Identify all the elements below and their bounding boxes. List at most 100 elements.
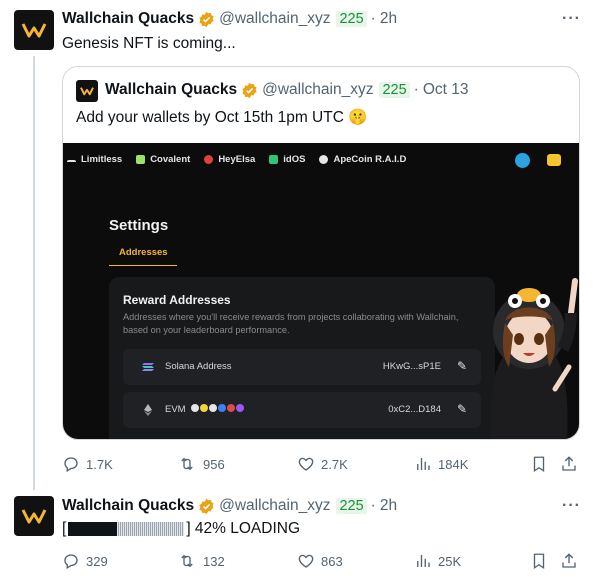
quoted-avatar: [76, 80, 98, 102]
like-button[interactable]: 863: [297, 552, 343, 570]
repost-icon: [181, 457, 193, 471]
repost-icon: [181, 554, 193, 568]
views-chart-icon: [417, 458, 430, 470]
tab-underline: [109, 265, 177, 266]
quoted-header: Wallchain Quacks @wallchain_xyz 225 · Oc…: [105, 81, 469, 99]
repost-button[interactable]: 956: [177, 455, 225, 473]
tweet-actions: 329 132 863 25K: [62, 552, 582, 572]
author-name[interactable]: Wallchain Quacks: [62, 10, 194, 28]
row-label: Solana Address: [165, 361, 232, 372]
bookmark-icon[interactable]: [530, 455, 548, 473]
partner-label: ApeCoin R.A.I.D: [333, 154, 407, 165]
panel-description: Addresses where you'll receive rewards f…: [123, 312, 459, 335]
idos-icon: [269, 155, 279, 164]
reply-icon: [64, 457, 78, 472]
avatar[interactable]: [14, 496, 54, 536]
bookmark-icon[interactable]: [530, 552, 548, 570]
timestamp[interactable]: 2h: [380, 497, 397, 515]
wallet-icon: [547, 154, 561, 166]
reply-button[interactable]: 329: [62, 552, 108, 570]
loading-text: ] 42% LOADING: [186, 520, 301, 537]
views-chart-icon: [417, 555, 430, 567]
view-count: 184K: [438, 456, 469, 472]
partner-heyelsa: HeyElsa: [204, 154, 255, 165]
verified-badge-icon: [199, 11, 214, 27]
reply-icon: [64, 554, 78, 569]
score-badge: 225: [379, 82, 410, 98]
partner-limitless: Limitless: [67, 154, 122, 165]
heart-icon: [298, 554, 314, 568]
media-image[interactable]: Limitless Covalent HeyElsa idOS ApeCoin …: [63, 143, 579, 439]
quoted-tweet[interactable]: Wallchain Quacks @wallchain_xyz 225 · Oc…: [62, 66, 580, 440]
partner-label: Covalent: [150, 154, 191, 165]
timestamp[interactable]: 2h: [380, 10, 397, 28]
thread-line: [33, 56, 35, 490]
quoted-text: Add your wallets by Oct 15th 1pm UTC 🤫: [76, 109, 368, 126]
reply-button[interactable]: 1.7K: [62, 455, 113, 473]
share-icon[interactable]: [560, 455, 578, 473]
partner-apecoin: ApeCoin R.A.I.D: [319, 154, 406, 165]
tweet-header: Wallchain Quacks @wallchain_xyz 225 · 2h: [62, 497, 397, 515]
like-count: 2.7K: [321, 456, 348, 472]
partner-label: HeyElsa: [218, 154, 256, 165]
partner-label: Limitless: [81, 154, 123, 165]
quoted-timestamp: Oct 13: [422, 81, 469, 98]
tweet-actions: 1.7K 956 2.7K 184K: [62, 455, 582, 475]
author-handle[interactable]: @wallchain_xyz: [219, 497, 330, 515]
partner-covalent: Covalent: [136, 154, 190, 165]
tweet-1[interactable]: Wallchain Quacks @wallchain_xyz 225 · 2h…: [0, 0, 595, 490]
repost-button[interactable]: 132: [177, 552, 225, 570]
tweet-header: Wallchain Quacks @wallchain_xyz 225 · 2h: [62, 10, 397, 28]
heart-icon: [298, 457, 314, 471]
quoted-author-handle: @wallchain_xyz: [262, 81, 374, 98]
panel-title: Reward Addresses: [123, 293, 231, 307]
ethereum-icon: [144, 404, 152, 416]
row-label: EVM: [165, 404, 186, 415]
chain-icons: [191, 404, 244, 412]
view-count: 25K: [438, 553, 462, 569]
verified-badge-icon: [242, 82, 257, 98]
tab-addresses: Addresses: [119, 247, 168, 258]
partner-idos: idOS: [269, 154, 305, 165]
repost-count: 956: [203, 456, 225, 472]
more-options-icon[interactable]: ···: [562, 10, 581, 28]
like-count: 863: [321, 553, 343, 569]
like-button[interactable]: 2.7K: [297, 455, 348, 473]
apecoin-icon: [319, 155, 329, 164]
row-value: HKwG...sP1E: [382, 361, 441, 372]
author-handle[interactable]: @wallchain_xyz: [219, 10, 330, 28]
wallchain-logo-icon: [21, 509, 47, 524]
avatar[interactable]: [14, 10, 54, 50]
reward-addresses-panel: Reward Addresses Addresses where you'll …: [109, 277, 495, 439]
more-options-icon[interactable]: ···: [562, 497, 581, 515]
bracket-open: [: [62, 520, 67, 537]
quoted-author-name: Wallchain Quacks: [105, 81, 238, 98]
reply-count: 1.7K: [86, 456, 113, 472]
loading-bar: [68, 522, 185, 536]
mascot-illustration: [490, 278, 578, 439]
separator-dot: ·: [413, 81, 419, 98]
limitless-icon: [67, 159, 76, 164]
tweet-2[interactable]: Wallchain Quacks @wallchain_xyz 225 · 2h…: [0, 490, 595, 579]
evm-address-row: EVM 0xC2...D184 ✎: [123, 392, 481, 428]
repost-count: 132: [203, 553, 225, 569]
settings-title: Settings: [109, 217, 169, 234]
views-button[interactable]: 25K: [414, 552, 461, 570]
telegram-icon: [515, 153, 530, 168]
heyelsa-icon: [204, 155, 214, 164]
author-name[interactable]: Wallchain Quacks: [62, 497, 194, 515]
edit-pencil-icon: ✎: [456, 402, 467, 416]
loading-bar-fill: [68, 522, 118, 536]
partner-bar: Limitless Covalent HeyElsa idOS ApeCoin …: [67, 154, 420, 165]
verified-badge-icon: [199, 498, 214, 514]
tweet-text: Genesis NFT is coming...: [62, 35, 236, 52]
views-button[interactable]: 184K: [414, 455, 468, 473]
separator-dot: ·: [370, 497, 376, 514]
covalent-icon: [136, 155, 146, 164]
score-badge: 225: [336, 498, 367, 514]
separator-dot: ·: [370, 10, 376, 27]
wallchain-logo-icon: [80, 87, 94, 96]
reply-count: 329: [86, 553, 108, 569]
wallchain-logo-icon: [21, 23, 47, 38]
share-icon[interactable]: [560, 552, 578, 570]
